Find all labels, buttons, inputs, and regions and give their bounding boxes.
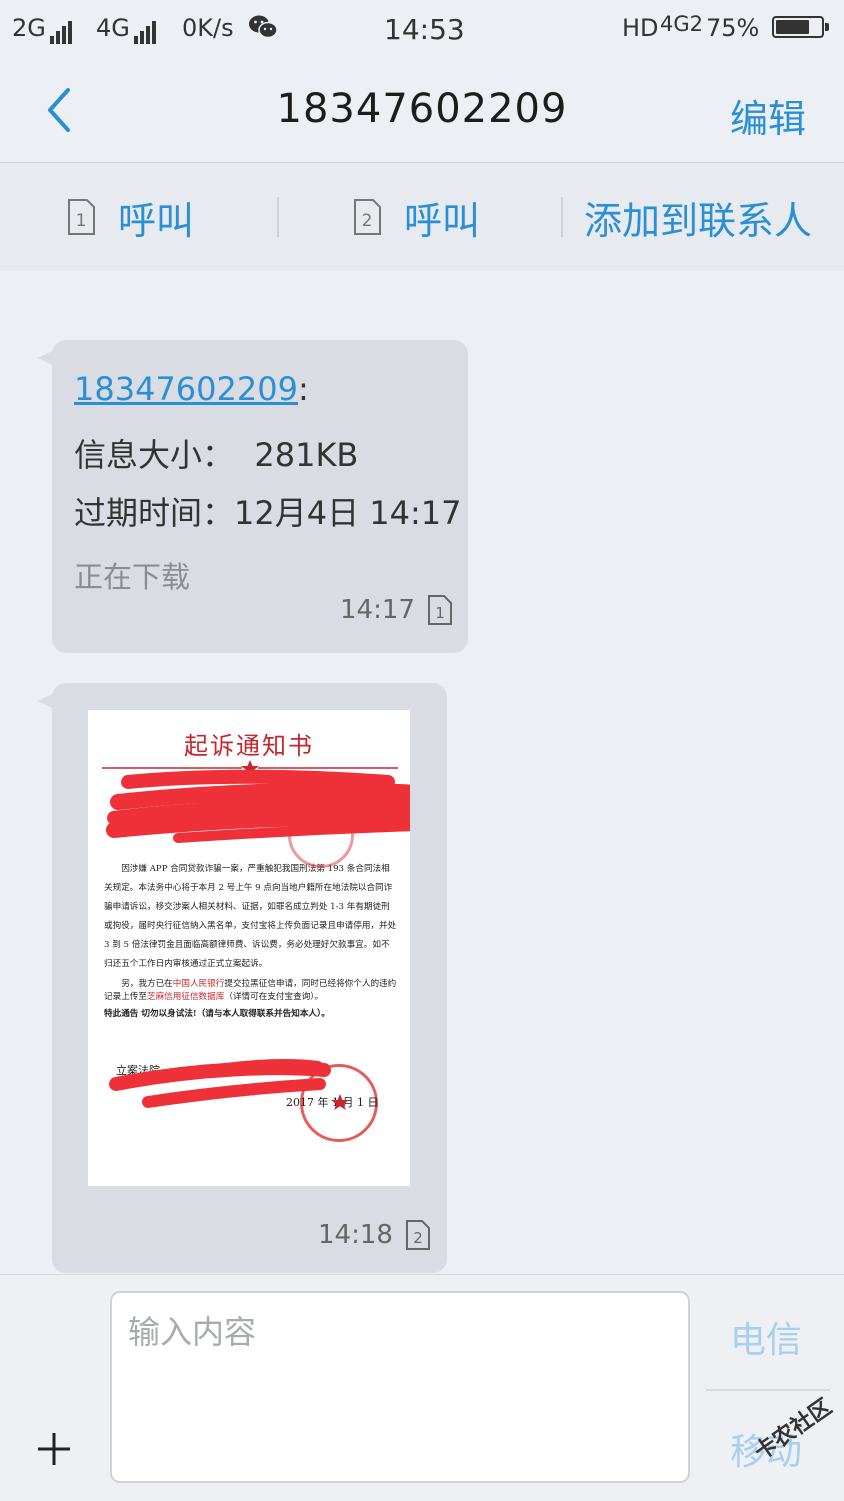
sim2-icon: 2 (354, 199, 381, 235)
status-bar: 2G 4G 0K/s 14:53 HD 4G2 75% (0, 0, 844, 60)
call-sim2-button[interactable]: 2 呼叫 (352, 193, 480, 243)
svg-text:2: 2 (362, 211, 373, 231)
send-telecom-button[interactable]: 电信 (730, 1311, 802, 1363)
wechat-icon (249, 15, 278, 39)
battery-fill (776, 20, 809, 34)
divider (277, 197, 279, 237)
call-sim2-label: 呼叫 (404, 198, 481, 243)
sender-number-link[interactable]: 18347602209 (74, 370, 298, 408)
network-2g-label: 2G (12, 14, 46, 42)
expire-label: 过期时间： (74, 494, 235, 532)
page-title: 18347602209 (276, 86, 568, 132)
lawsuit-notice-image[interactable]: 起诉通知书 身份证…21992****52 因涉嫌 APP 合同贷款诈骗一案，严… (88, 710, 410, 1186)
sim1-icon: 1 (427, 595, 452, 625)
expire-value: 12月4日 14:17 (234, 494, 462, 532)
svg-text:2: 2 (413, 1229, 423, 1247)
message-input[interactable] (112, 1293, 688, 1481)
divider (561, 197, 563, 237)
battery-tip (825, 23, 829, 31)
message-timestamp: 14:18 2 (318, 1219, 431, 1251)
size-value: 281KB (254, 436, 359, 474)
signal-icon (49, 16, 74, 44)
message-input-box[interactable] (110, 1291, 690, 1483)
add-attachment-icon[interactable] (36, 1431, 72, 1467)
sender-line: 18347602209: (74, 370, 309, 408)
action-bar: 1 呼叫 2 呼叫 添加到联系人 (0, 163, 844, 271)
mms-notification-bubble[interactable]: 18347602209: 信息大小： 281KB 过期时间：12月4日 14:1… (38, 340, 468, 653)
redaction-scribble (106, 769, 410, 1110)
message-time: 14:17 (340, 595, 415, 625)
battery-icon (772, 16, 829, 38)
add-contact-label: 添加到联系人 (584, 198, 813, 243)
divider (706, 1389, 830, 1391)
battery-percent: 75% (706, 14, 760, 42)
network-4g: 4G (96, 14, 158, 44)
signal-icon (133, 16, 158, 44)
sender-colon: : (297, 370, 309, 408)
sim2-icon: 2 (405, 1220, 430, 1250)
net-speed: 0K/s (182, 14, 234, 42)
edit-button[interactable]: 编辑 (730, 88, 806, 143)
size-line: 信息大小： 281KB (74, 430, 358, 476)
hd-indicator: HD (622, 14, 659, 42)
sim1-icon: 1 (68, 199, 95, 235)
expire-line: 过期时间：12月4日 14:17 (74, 488, 462, 534)
size-label: 信息大小： (74, 436, 235, 474)
network-4g-label: 4G (96, 14, 130, 42)
compose-bar: 电信 移动 (0, 1274, 844, 1501)
message-timestamp: 14:17 1 (340, 594, 453, 626)
call-sim1-label: 呼叫 (118, 198, 195, 243)
status-time: 14:53 (384, 13, 465, 46)
network-2g: 2G (12, 14, 74, 44)
svg-text:1: 1 (435, 604, 445, 622)
message-time: 14:18 (318, 1220, 393, 1250)
svg-text:1: 1 (76, 211, 87, 231)
download-status: 正在下载 (74, 560, 191, 594)
image-message-bubble[interactable]: 起诉通知书 身份证…21992****52 因涉嫌 APP 合同贷款诈骗一案，严… (38, 683, 447, 1273)
lte-indicator: 4G2 (660, 12, 703, 36)
add-contact-button[interactable]: 添加到联系人 (584, 193, 812, 243)
conversation-header: 18347602209 编辑 (0, 60, 844, 163)
call-sim1-button[interactable]: 1 呼叫 (66, 193, 194, 243)
